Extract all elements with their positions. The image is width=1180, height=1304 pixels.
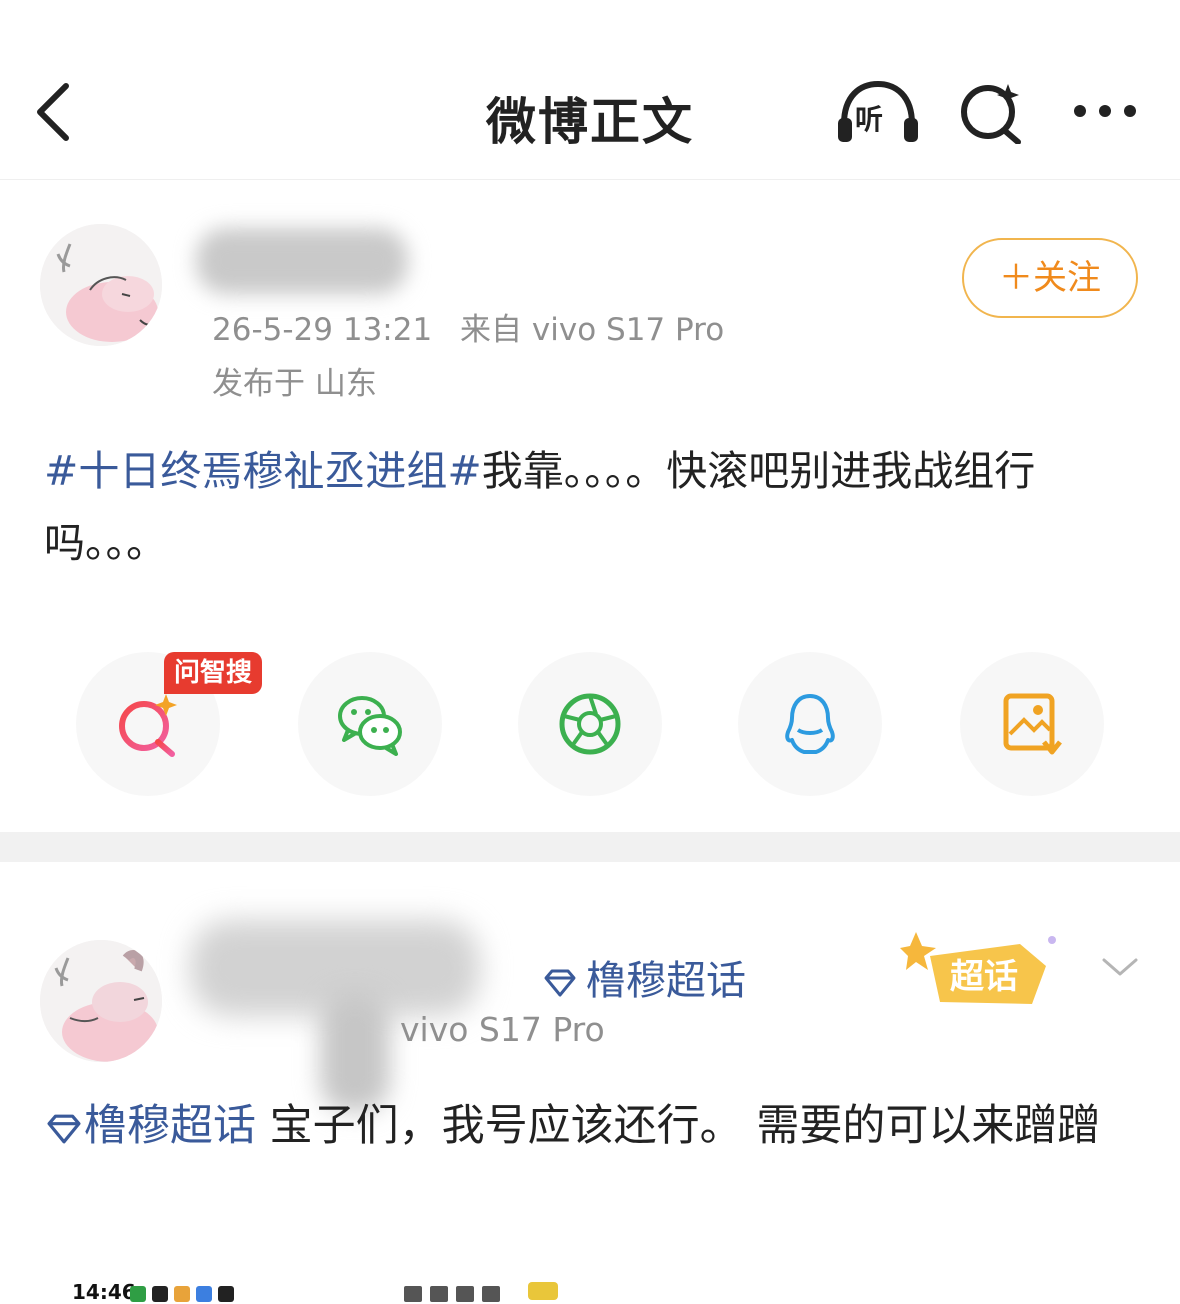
listen-label: 听 [855,103,884,136]
post-source: 来自 vivo S17 Pro [460,312,725,348]
notification-icons [130,1283,240,1304]
supertopic-tag-label: 橹穆超话 [586,958,746,1004]
follow-button[interactable]: ＋关注 [962,238,1138,318]
system-icons [404,1283,508,1304]
wechat-icon [338,696,402,756]
hashtag-link[interactable]: #十日终焉穆祉丞进组# [44,447,482,495]
cartoon-rabbit-avatar-image [40,224,162,346]
signal-icon [456,1286,474,1302]
super-topic-badge[interactable]: 超话 [900,926,1060,1012]
chevron-down-icon[interactable] [1100,954,1140,980]
section-divider [0,832,1180,862]
weibo-post: 26-5-29 13:21 来自 vivo S17 Pro 发布于 山东 ＋关注… [0,180,1180,830]
supertopic-tag[interactable]: 橹穆超话 [542,948,746,1006]
mute-icon [404,1286,422,1302]
app-notification-icon [218,1286,234,1302]
moments-aperture-icon [559,693,621,755]
post-source: vivo S17 Pro [400,1010,605,1049]
share-qq-button[interactable] [738,652,882,796]
diamond-icon [544,969,576,997]
qq-penguin-icon [785,694,835,754]
share-save-image-button[interactable] [960,652,1104,796]
app-notification-icon [196,1286,212,1302]
weibo-post-2: 橹穆超话 vivo S17 Pro 超话 橹穆超话 宝子们，我号应该还行。 需要… [0,892,1180,1252]
network-speed-icon [430,1286,448,1302]
supertopic-link[interactable]: 橹穆超话 [84,1101,256,1151]
qq-notification-icon [152,1286,168,1302]
signal-icon [482,1286,500,1302]
ai-search-icon [119,694,177,757]
share-wechat-button[interactable] [298,652,442,796]
post-meta: 26-5-29 13:21 来自 vivo S17 Pro [212,304,742,349]
post-body-text: 宝子们，我号应该还行。 需要的可以来蹭蹭 [256,1101,1101,1151]
diamond-icon [47,1114,81,1143]
post-location: 发布于 山东 [212,366,377,402]
weibo-notification-icon [174,1286,190,1302]
status-time: 14:46 [72,1280,136,1304]
avatar[interactable] [40,224,162,346]
more-options-icon[interactable] [1070,96,1140,126]
cartoon-rabbit-avatar-image [40,940,162,1062]
battery-icon [528,1282,558,1300]
post-body: #十日终焉穆祉丞进组#我靠。。。。快滚吧别进我战组行吗。。。 [44,435,1144,579]
app-notification-icon [130,1286,146,1302]
ai-search-icon[interactable] [958,80,1024,144]
status-bar: 14:46 [0,1270,1180,1304]
post-body: 橹穆超话 宝子们，我号应该还行。 需要的可以来蹭蹭 [44,1092,1144,1160]
ai-search-badge: 问智搜 [164,652,262,694]
super-topic-badge-label: 超话 [950,958,1018,996]
username-redacted [196,228,408,294]
share-moments-button[interactable] [518,652,662,796]
save-image-icon [1003,693,1062,755]
post-timestamp: 26-5-29 13:21 [212,312,433,348]
top-navigation-bar: 微博正文 听 [0,0,1180,180]
avatar[interactable] [40,940,162,1062]
